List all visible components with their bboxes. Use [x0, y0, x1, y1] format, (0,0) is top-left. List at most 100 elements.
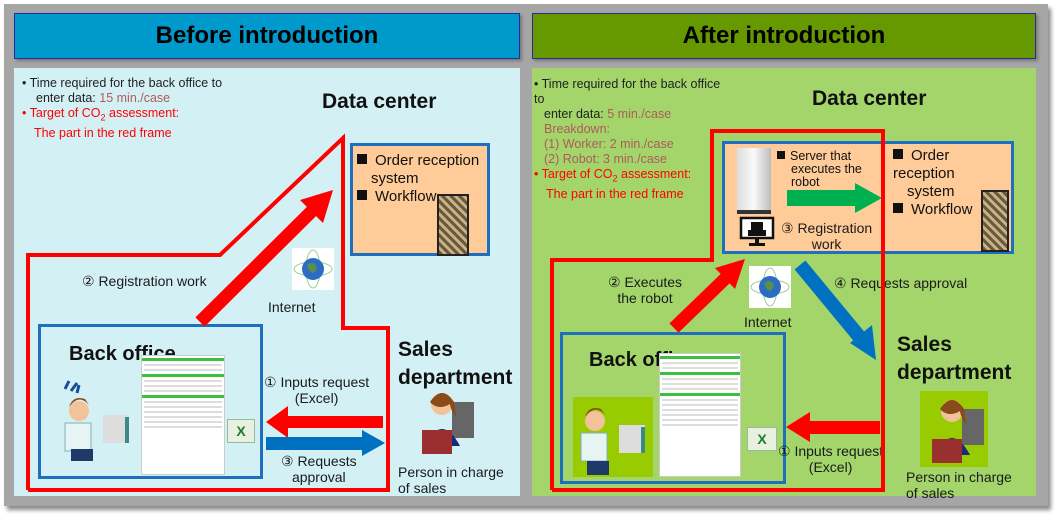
- before-sales-line1: Sales: [398, 338, 453, 361]
- server-rack-icon: [437, 194, 469, 256]
- after-executes-label: ② Executes the robot: [608, 274, 682, 306]
- before-inputs-request-1: ① Inputs request: [264, 374, 370, 390]
- sales-person-icon: [920, 391, 988, 467]
- after-inputs-request-label: ① Inputs request (Excel): [778, 443, 883, 475]
- form-bar: [660, 393, 740, 396]
- after-server-line3: robot: [791, 175, 820, 189]
- before-time-label2: enter data:: [36, 91, 100, 105]
- after-person-label: Person in charge of sales: [906, 469, 1012, 501]
- form-row: [144, 406, 222, 408]
- after-requests-approval-label: ④ Requests approval: [834, 275, 968, 291]
- after-person-1: Person in charge: [906, 469, 1012, 485]
- bullet-square-icon: [357, 190, 367, 200]
- form-row: [144, 364, 222, 366]
- after-data-center-box: Server that executes the robot ③ Registr…: [722, 141, 1014, 254]
- bullet-square-icon: [893, 203, 903, 213]
- after-person-2: of sales: [906, 485, 955, 501]
- form-row: [144, 421, 222, 423]
- form-row: [144, 401, 222, 403]
- globe-svg: [750, 267, 790, 307]
- form-screenshot-image: [141, 355, 225, 475]
- before-target-line2: The part in the red frame: [34, 125, 172, 140]
- after-server-line1: Server that: [790, 149, 852, 163]
- before-requests-approval-2: approval: [291, 469, 346, 485]
- form-row: [662, 383, 738, 385]
- robot-monitor-svg: [739, 216, 775, 246]
- form-row: [662, 414, 738, 416]
- after-time-row: enter data: 5 min./case: [534, 107, 724, 122]
- after-target-text: • Target of CO: [534, 167, 613, 181]
- before-registration-label: ② Registration work: [82, 273, 207, 289]
- worker-svg: [63, 380, 129, 461]
- after-registration-label: ③ Registration work: [781, 220, 872, 252]
- robot-monitor-icon: [739, 216, 775, 246]
- form-row: [144, 411, 222, 413]
- after-sales-line2: department: [897, 361, 1012, 384]
- before-dc-item-1b: system: [371, 170, 419, 187]
- after-executes-2: the robot: [617, 290, 673, 306]
- before-inputs-request-2: (Excel): [294, 390, 339, 406]
- form-row: [662, 419, 738, 421]
- sales-person-icon: [410, 386, 480, 458]
- after-sales-heading: Sales department: [897, 331, 1011, 387]
- server-rack-icon: [981, 190, 1009, 252]
- after-dc-item-1: Order reception: [893, 147, 1011, 183]
- excel-icon: X: [227, 419, 255, 443]
- after-title-text: After introduction: [682, 22, 886, 49]
- form-row: [662, 399, 738, 401]
- before-title-text: Before introduction: [155, 22, 379, 49]
- form-row: [662, 388, 738, 390]
- before-target-suffix: assessment:: [105, 106, 180, 120]
- form-row: [144, 426, 222, 428]
- form-row: [144, 369, 222, 371]
- before-back-office-box: Back office X: [38, 324, 263, 479]
- after-inputs-request-2: (Excel): [808, 459, 853, 475]
- worker-at-computer-icon: [573, 397, 653, 477]
- before-person-1: Person in charge: [398, 464, 504, 480]
- after-time-value: 5 min./case: [607, 107, 672, 121]
- worker-at-computer-icon: [57, 377, 137, 461]
- worker-svg: [580, 408, 645, 475]
- after-back-office-box: Back office X: [560, 332, 786, 484]
- before-person-2: of sales: [398, 480, 447, 496]
- sales-person-svg: [932, 400, 984, 463]
- after-inputs-request-1: ① Inputs request: [778, 443, 884, 459]
- before-data-center-heading: Data center: [322, 90, 437, 113]
- before-inputs-request-label: ① Inputs request (Excel): [264, 374, 369, 406]
- form-row: [144, 385, 222, 387]
- bullet-square-icon: [777, 151, 785, 159]
- internet-globe-icon: [749, 266, 791, 308]
- globe-svg: [293, 249, 333, 289]
- after-note: • Time required for the back office to e…: [534, 77, 724, 202]
- before-target-text: • Target of CO: [22, 106, 101, 120]
- before-note: • Time required for the back office to e…: [22, 76, 262, 141]
- after-sales-line1: Sales: [897, 333, 952, 356]
- form-row: [662, 378, 738, 380]
- after-data-center-heading: Data center: [812, 87, 927, 110]
- bullet-square-icon: [893, 149, 903, 159]
- before-data-center-box: Order reception system Workflow: [350, 143, 490, 256]
- form-row: [662, 362, 738, 364]
- after-target: • Target of CO2 assessment:: [534, 167, 724, 187]
- before-requests-approval-1: ③ Requests: [281, 453, 357, 469]
- before-person-label: Person in charge of sales: [398, 464, 504, 496]
- form-bar: [142, 395, 224, 398]
- internet-globe-icon: [292, 248, 334, 290]
- before-sales-heading: Sales department: [398, 336, 512, 392]
- after-target-suffix: assessment:: [617, 167, 692, 181]
- before-dc-item-1: Order reception: [357, 152, 479, 170]
- form-bar: [660, 356, 740, 359]
- after-server-description: Server that executes the robot: [777, 150, 862, 189]
- before-dc-item-1-text: Order reception: [375, 152, 480, 169]
- sales-person-svg: [422, 393, 474, 454]
- before-time-label: • Time required for the back office to: [22, 76, 223, 90]
- after-title: After introduction: [532, 13, 1036, 59]
- form-row: [662, 404, 738, 406]
- before-title: Before introduction: [14, 13, 520, 59]
- after-registration-1: ③ Registration: [781, 220, 873, 236]
- excel-icon: X: [747, 427, 777, 451]
- before-time-value: 15 min./case: [99, 91, 171, 105]
- form-bar: [142, 374, 224, 377]
- after-registration-2: work: [811, 236, 842, 252]
- form-bar: [660, 372, 740, 375]
